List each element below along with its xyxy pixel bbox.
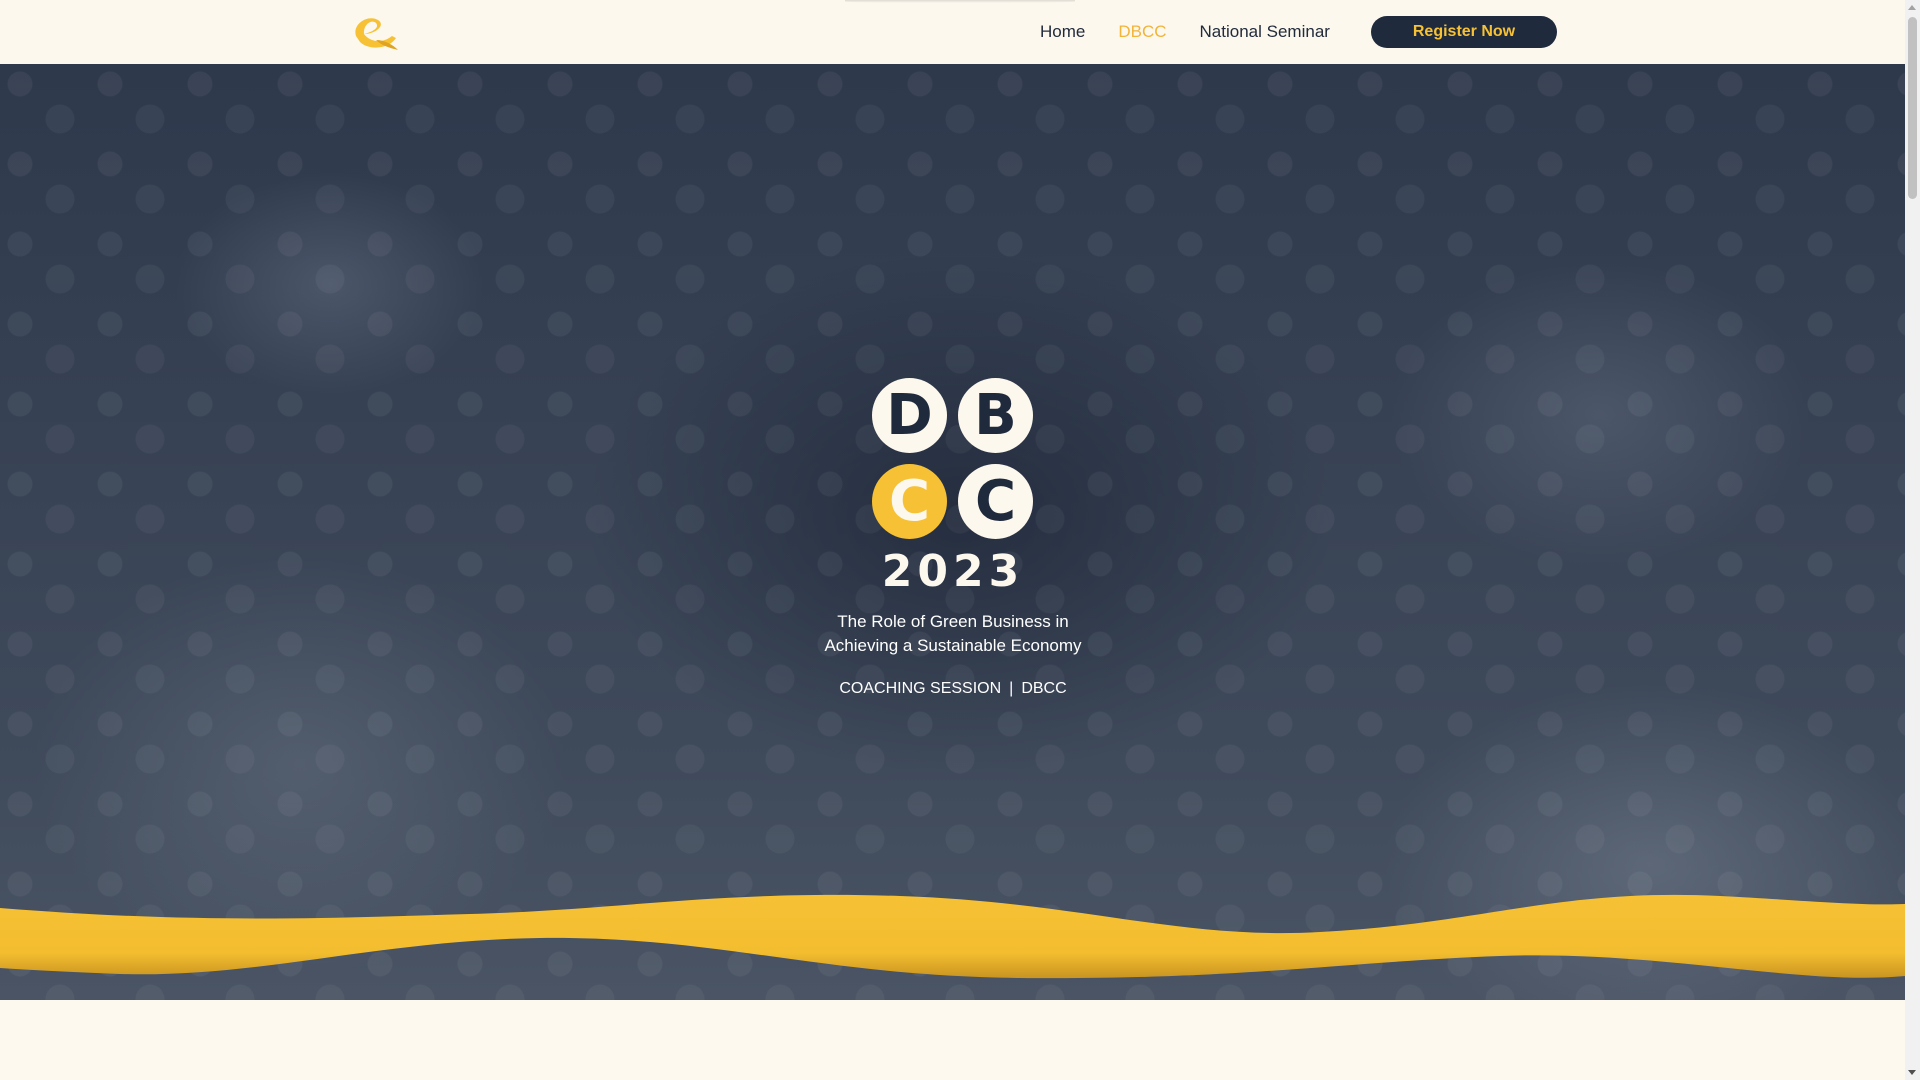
session-separator: |: [1009, 680, 1014, 697]
e-brand-logo-icon[interactable]: [346, 10, 400, 52]
dbcc-2023-logo: D B C C 2023: [872, 378, 1034, 597]
main-nav: Home DBCC National Seminar: [1040, 0, 1363, 64]
logo-circle-d: D: [872, 378, 947, 453]
logo-year: 2023: [881, 546, 1025, 597]
logo-circle-b: B: [958, 378, 1033, 453]
nav-link-dbcc[interactable]: DBCC: [1118, 22, 1166, 42]
scrollbar-thumb[interactable]: [1908, 17, 1917, 199]
scroll-down-arrow-icon[interactable]: [1908, 1070, 1916, 1075]
scroll-up-arrow-icon[interactable]: [1908, 5, 1916, 10]
top-navbar: Home DBCC National Seminar Register Now: [0, 0, 1905, 64]
tagline-line-1: The Role of Green Business in: [837, 612, 1069, 631]
nav-link-home[interactable]: Home: [1040, 22, 1085, 42]
session-right-text: DBCC: [1021, 680, 1067, 697]
session-label: COACHING SESSION | DBCC: [760, 680, 1146, 698]
logo-circle-c: C: [958, 464, 1033, 539]
logo-circle-c-yellow: C: [872, 464, 947, 539]
yellow-wave-divider: [0, 894, 1905, 979]
page-scrollbar[interactable]: [1905, 0, 1920, 1080]
register-now-button[interactable]: Register Now: [1371, 16, 1557, 48]
tagline-line-2: Achieving a Sustainable Economy: [824, 636, 1082, 655]
session-left-text: COACHING SESSION: [839, 680, 1002, 697]
hero-tagline: The Role of Green Business in Achieving …: [760, 610, 1146, 658]
nav-link-national-seminar[interactable]: National Seminar: [1200, 22, 1330, 42]
